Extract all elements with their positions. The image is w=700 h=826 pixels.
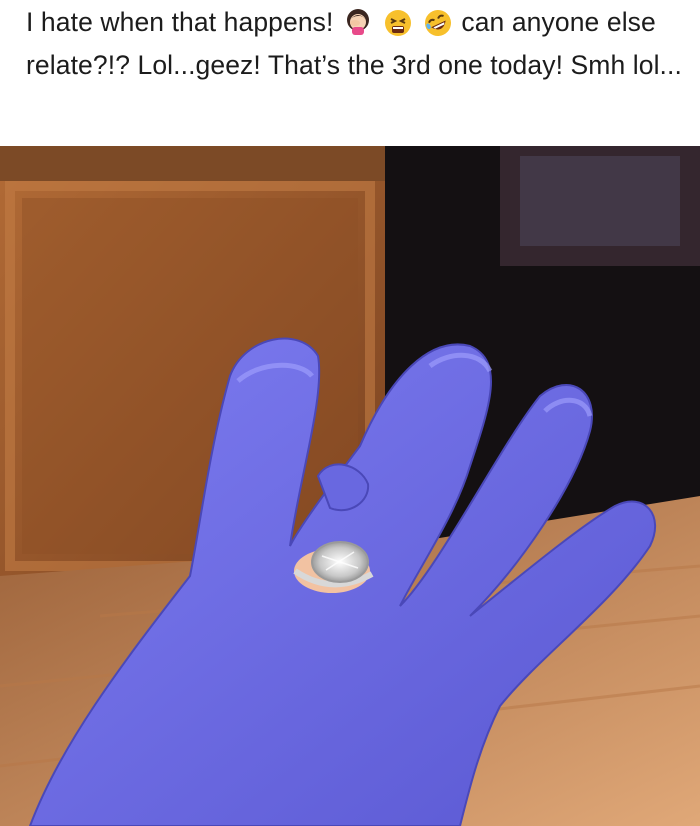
glove-ring-photo: [0, 146, 700, 826]
rolling-on-floor-laughing-icon: [424, 9, 452, 47]
post-caption: I hate when that happens! can anyone els…: [26, 4, 686, 84]
woman-facepalming-icon: [343, 7, 373, 47]
post-photo: [0, 146, 700, 826]
tired-face-icon: [384, 9, 412, 47]
caption-text-start: I hate when that happens!: [26, 7, 334, 37]
